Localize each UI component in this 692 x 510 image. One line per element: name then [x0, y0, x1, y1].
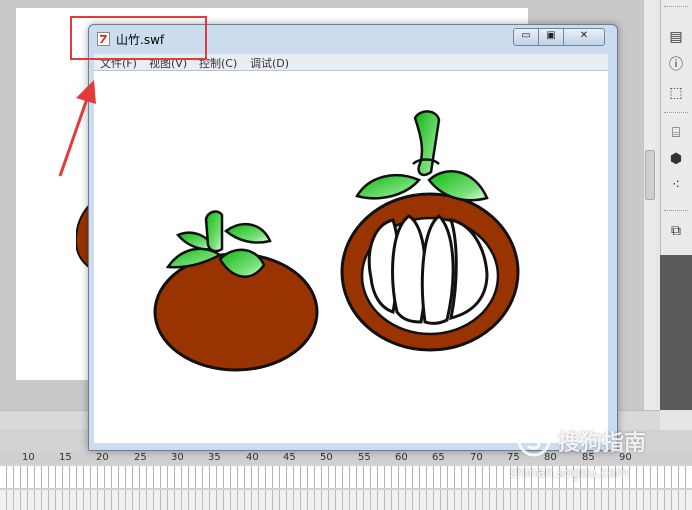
maximize-button[interactable]: ▣: [538, 28, 564, 46]
mangosteen-opened: [340, 110, 520, 352]
ruler-label: 40: [246, 452, 259, 463]
timeline-frames-layer2[interactable]: [0, 490, 692, 510]
stage-vertical-scrollbar[interactable]: [643, 0, 656, 412]
library-icon[interactable]: ⧉: [666, 222, 686, 240]
scrollbar-thumb[interactable]: [645, 150, 655, 200]
sogou-logo-icon: [517, 423, 551, 457]
ruler-label: 55: [358, 452, 371, 463]
panel-separator: [664, 6, 688, 9]
code-snippets-icon[interactable]: ⌸: [666, 124, 686, 142]
transform-icon[interactable]: ⬚: [666, 84, 686, 102]
panel-separator: [664, 210, 688, 213]
ruler-label: 65: [432, 452, 445, 463]
ruler-label: 15: [59, 452, 72, 463]
panel-separator: [664, 112, 688, 115]
align-icon[interactable]: ▤: [666, 28, 686, 46]
ruler-label: 50: [320, 452, 333, 463]
ruler-label: 30: [171, 452, 184, 463]
close-button[interactable]: ✕: [563, 28, 605, 46]
ruler-label: 60: [395, 452, 408, 463]
ruler-label: 20: [96, 452, 109, 463]
minimize-button[interactable]: ▭: [513, 28, 539, 46]
watermark-url: zhinan.sogou.com: [510, 466, 629, 481]
ruler-label: 45: [283, 452, 296, 463]
ruler-label: 10: [22, 452, 35, 463]
mangosteen-whole: [153, 210, 319, 372]
info-icon[interactable]: ⓘ: [666, 56, 686, 74]
components-icon[interactable]: ⬢: [666, 150, 686, 168]
title-highlight-box: [70, 16, 207, 60]
red-arrow-annotation: [58, 80, 96, 177]
panel-dark-area: [660, 255, 692, 410]
motion-presets-icon[interactable]: ⁖: [666, 176, 686, 194]
ruler-label: 25: [134, 452, 147, 463]
ruler-label: 70: [470, 452, 483, 463]
ruler-label: 35: [208, 452, 221, 463]
watermark-brand: 搜狗指南: [558, 431, 647, 456]
menu-debug[interactable]: 调试(D): [250, 55, 289, 71]
